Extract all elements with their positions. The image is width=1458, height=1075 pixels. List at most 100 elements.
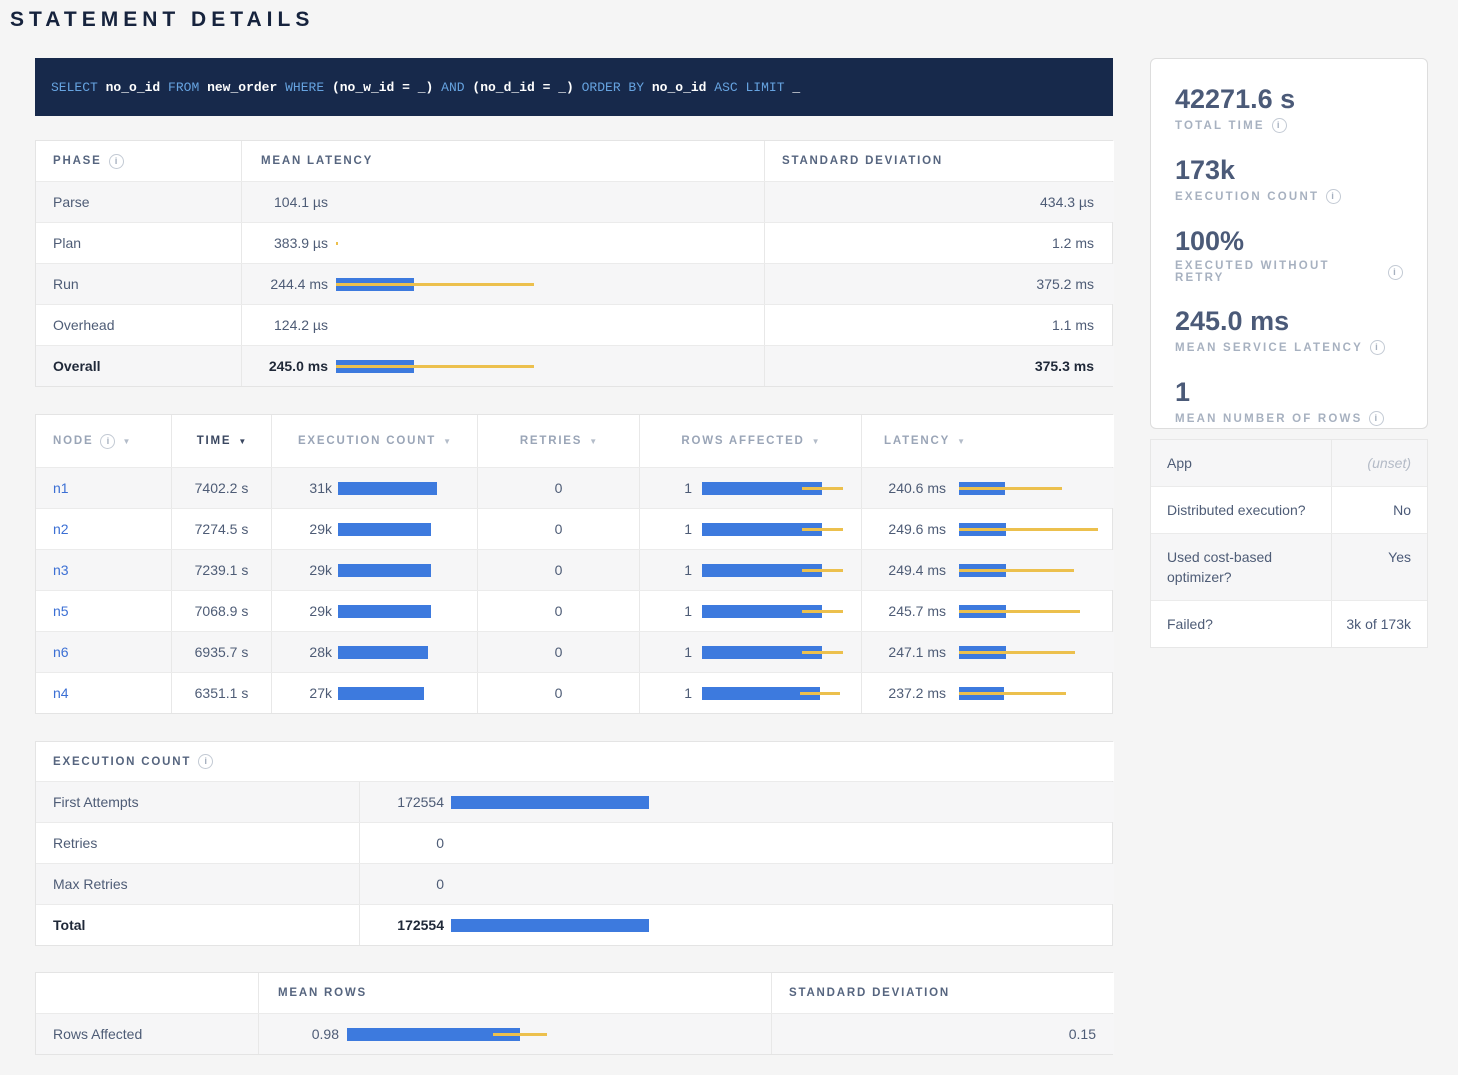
info-icon[interactable]: i [1369,411,1384,426]
time-value: 6351.1 s [171,673,271,713]
exec-row-value: 172554 [360,917,444,933]
attribute-label: Used cost-based optimizer? [1151,534,1331,600]
info-icon[interactable]: i [1272,118,1287,133]
stat-value: 173k [1175,154,1403,186]
stat-label: MEAN SERVICE LATENCY [1175,342,1363,354]
std-deviation-column-header: STANDARD DEVIATION [789,987,950,999]
stat-executed-without-retry: 100% EXECUTED WITHOUT RETRYi [1175,225,1403,284]
exec-row-label: Retries [36,823,359,863]
exec-row-label: First Attempts [36,782,359,822]
exec-row-value: 0 [360,876,444,892]
latency-value: 245.7 ms [862,603,946,619]
attribute-value: 3k of 173k [1331,601,1427,647]
execution-count-bar [338,523,467,536]
info-icon[interactable]: i [1388,265,1403,280]
table-row: n4 6351.1 s 27k 0 1 237.2 ms [36,672,1112,713]
execution-count-bar [338,687,467,700]
execution-count-bar [338,646,467,659]
retries-value: 0 [477,509,639,549]
execution-count-column-header[interactable]: EXECUTION COUNT▼ [271,415,477,467]
sql-identifier: new_order [207,80,277,95]
node-link[interactable]: n3 [53,562,69,578]
mean-latency-column-header: MEAN LATENCY [242,155,373,167]
rows-affected-bar [702,482,851,495]
sql-keyword: SELECT [51,80,98,95]
sql-statement: SELECT no_o_id FROM new_order WHERE (no_… [51,80,800,95]
rows-affected-bar [702,605,851,618]
info-icon[interactable]: i [1370,340,1385,355]
table-row: Overall 245.0 ms 375.3 ms [36,345,1112,386]
time-value: 7402.2 s [171,468,271,508]
page-title: STATEMENT DETAILS [10,8,1428,32]
time-value: 7274.5 s [171,509,271,549]
exec-row-value: 172554 [360,794,444,810]
rows-affected-value: 1 [640,562,692,578]
table-row: n3 7239.1 s 29k 0 1 249.4 ms [36,549,1112,590]
stat-execution-count: 173k EXECUTION COUNTi [1175,154,1403,204]
rows-affected-value: 1 [640,603,692,619]
table-row: n6 6935.7 s 28k 0 1 247.1 ms [36,631,1112,672]
sql-identifier: (no_d_id = _) [472,80,573,95]
time-column-header[interactable]: TIME▼ [171,415,271,467]
count-bar [451,919,1100,932]
count-bar [451,796,1100,809]
node-link[interactable]: n6 [53,644,69,660]
table-row: Overhead 124.2 µs 1.1 ms [36,304,1112,345]
phase-column-header: PHASE [53,155,102,167]
info-icon[interactable]: i [109,154,124,169]
time-value: 6935.7 s [171,632,271,672]
attribute-label: App [1151,440,1331,486]
rows-affected-value: 1 [640,480,692,496]
latency-value: 237.2 ms [862,685,946,701]
execution-count-bar [338,482,467,495]
execution-count-bar [338,564,467,577]
stat-label: MEAN NUMBER OF ROWS [1175,413,1362,425]
table-row: Total 172554 [36,904,1112,945]
latency-bar [336,360,750,373]
sort-arrow-icon: ▼ [122,437,130,446]
rows-affected-bar [702,523,851,536]
attribute-value: (unset) [1331,440,1427,486]
latency-bar [959,646,1104,659]
stat-total-time: 42271.6 s TOTAL TIMEi [1175,83,1403,133]
retries-value: 0 [477,468,639,508]
mean-rows-column-header: MEAN ROWS [278,987,367,999]
attribute-row-app: App (unset) [1151,440,1427,486]
execution-count-value: 27k [272,685,332,701]
mean-rows-bar [347,1028,757,1041]
table-row: n1 7402.2 s 31k 0 1 240.6 ms [36,467,1112,508]
retries-value: 0 [477,591,639,631]
mean-rows-value: 0.98 [259,1026,339,1042]
rows-affected-value: 1 [640,685,692,701]
retries-value: 0 [477,632,639,672]
node-link[interactable]: n4 [53,685,69,701]
attribute-row-optimizer: Used cost-based optimizer? Yes [1151,533,1427,600]
rows-affected-label: Rows Affected [36,1014,258,1054]
node-link[interactable]: n5 [53,603,69,619]
latency-value: 240.6 ms [862,480,946,496]
stat-mean-service-latency: 245.0 ms MEAN SERVICE LATENCYi [1175,305,1403,355]
info-icon[interactable]: i [1326,189,1341,204]
std-deviation-value: 1.1 ms [764,305,1114,345]
node-link[interactable]: n2 [53,521,69,537]
sql-keyword: WHERE [285,80,324,95]
node-link[interactable]: n1 [53,480,69,496]
info-icon[interactable]: i [100,434,115,449]
latency-column-header[interactable]: LATENCY▼ [861,415,1114,467]
latency-value: 247.1 ms [862,644,946,660]
table-row: Retries 0 [36,822,1112,863]
sql-keyword: AND [441,80,464,95]
info-icon[interactable]: i [198,754,213,769]
node-stats-table: NODEi▼ TIME▼ EXECUTION COUNT▼ RETRIES▼ R… [35,414,1113,714]
latency-value: 249.4 ms [862,562,946,578]
rows-affected-column-header[interactable]: ROWS AFFECTED▼ [639,415,861,467]
stat-value: 42271.6 s [1175,83,1403,115]
phase-label: Run [36,264,241,304]
time-value: 7239.1 s [171,550,271,590]
table-row: First Attempts 172554 [36,781,1112,822]
retries-column-header[interactable]: RETRIES▼ [477,415,639,467]
stat-value: 1 [1175,376,1403,408]
std-deviation-value: 375.2 ms [764,264,1114,304]
sql-identifier: no_o_id [106,80,161,95]
node-column-header[interactable]: NODEi▼ [36,415,171,467]
